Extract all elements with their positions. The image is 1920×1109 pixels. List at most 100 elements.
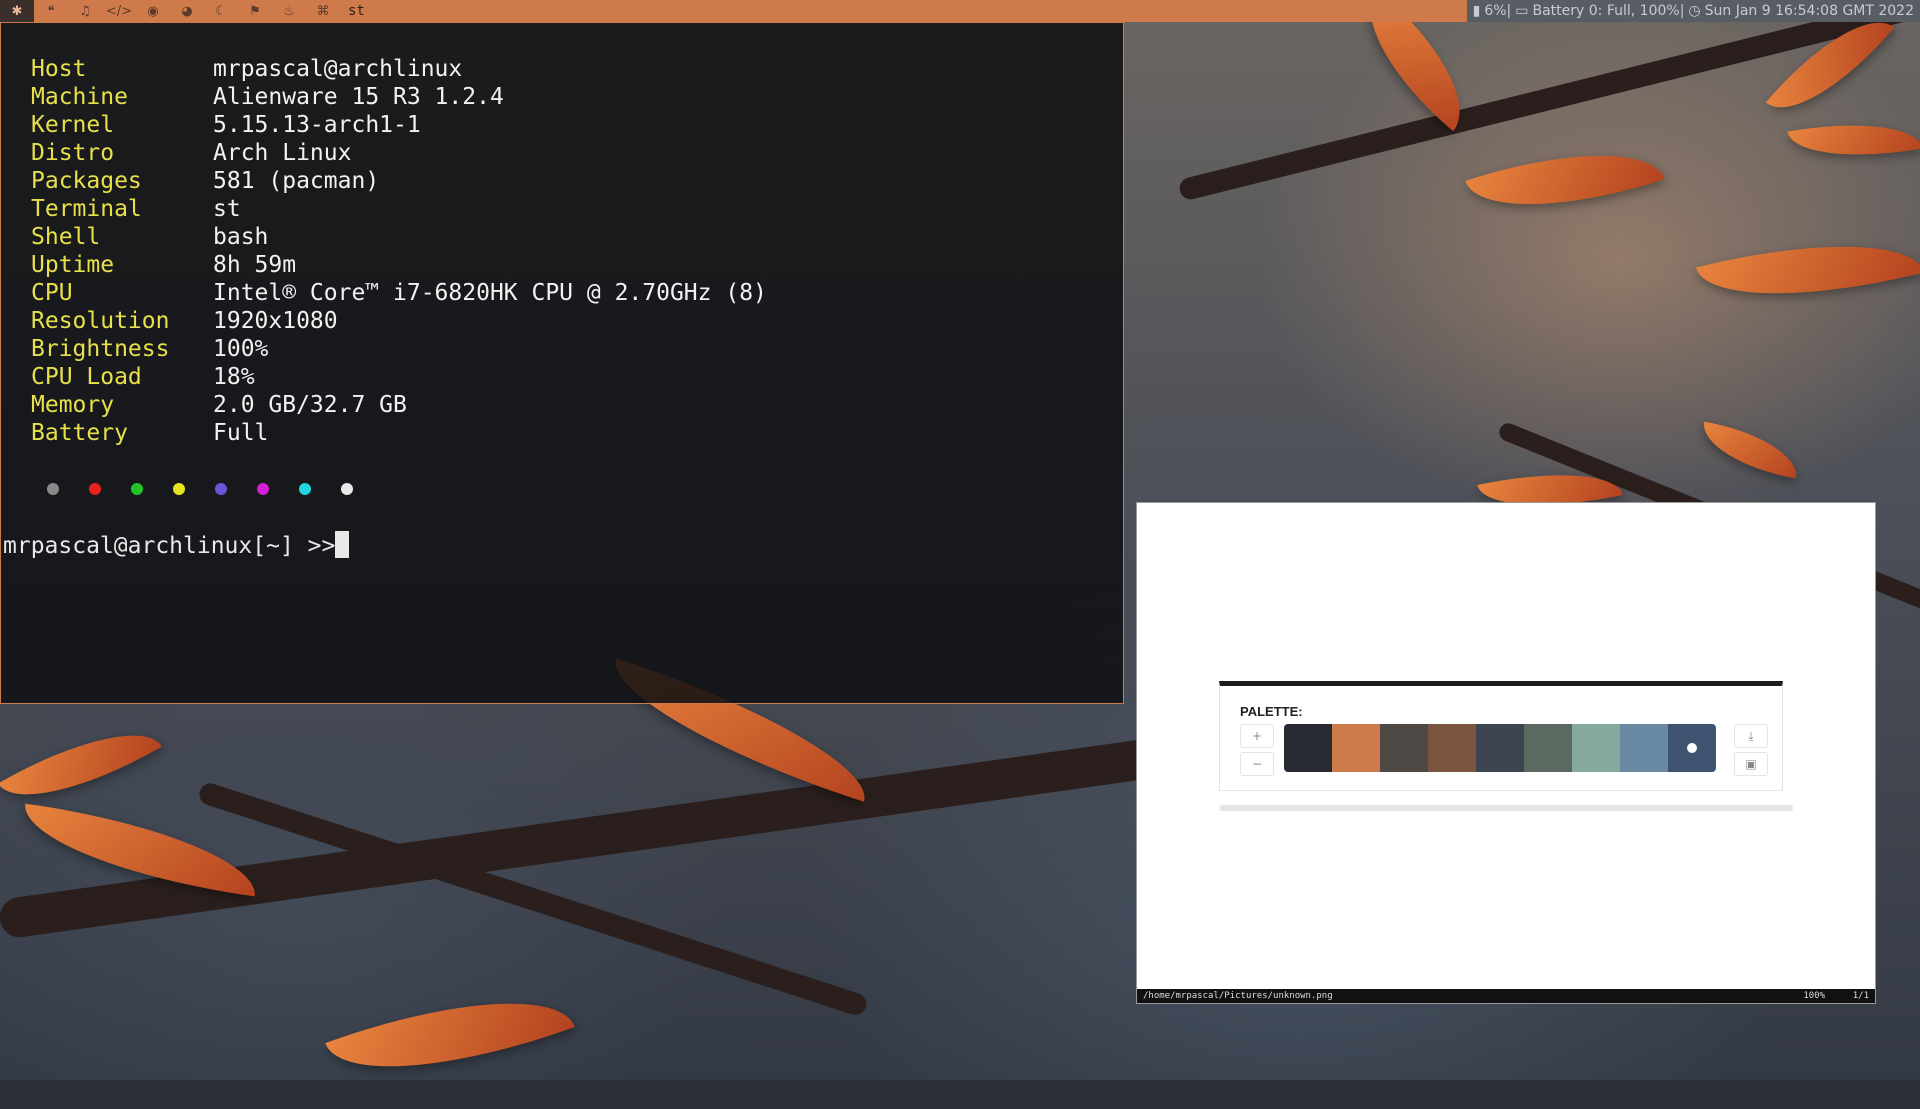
selected-indicator xyxy=(1687,743,1697,753)
color-swatch[interactable] xyxy=(1524,724,1572,772)
bug-icon[interactable]: ✱ xyxy=(0,0,34,22)
music-icon[interactable]: ♫ xyxy=(68,0,102,22)
info-key: Battery xyxy=(31,420,128,446)
info-key: Brightness xyxy=(31,336,170,362)
palette-size-controls: + − xyxy=(1240,724,1274,776)
info-key: Resolution xyxy=(31,308,170,334)
info-value: 5.15.13-arch1-1 xyxy=(213,112,421,138)
color-swatch[interactable] xyxy=(1668,724,1716,772)
color-dot xyxy=(299,483,311,495)
code-icon[interactable]: </> xyxy=(102,0,136,22)
add-color-button[interactable]: + xyxy=(1240,724,1274,748)
battery-text: Battery 0: Full, 100%| xyxy=(1532,3,1685,19)
info-key: Terminal xyxy=(31,196,142,222)
github-icon[interactable]: ◉ xyxy=(136,0,170,22)
info-value: Full xyxy=(213,420,269,446)
page-indicator: 1/1 xyxy=(1852,991,1869,1001)
color-swatch[interactable] xyxy=(1620,724,1668,772)
info-key: Kernel xyxy=(31,112,115,138)
info-value: 100% xyxy=(213,336,269,362)
info-value: 581 (pacman) xyxy=(213,168,380,194)
info-row: Distro Arch Linux xyxy=(31,139,767,167)
color-swatch[interactable] xyxy=(1332,724,1380,772)
wallpaper-leaf xyxy=(1697,421,1803,479)
discord-icon[interactable]: ◕ xyxy=(170,0,204,22)
color-swatches xyxy=(1284,724,1716,772)
color-swatch[interactable] xyxy=(1572,724,1620,772)
clock-icon: ◷ xyxy=(1688,3,1701,19)
color-swatch[interactable] xyxy=(1476,724,1524,772)
info-value: 1920x1080 xyxy=(213,308,338,334)
palette-actions: ⤓ ▣ xyxy=(1734,724,1768,776)
zoom-level: 100% xyxy=(1803,991,1825,1001)
prompt-text: mrpascal@archlinux[~] >> xyxy=(3,533,336,559)
color-swatch[interactable] xyxy=(1428,724,1476,772)
flag-icon[interactable]: ⚑ xyxy=(238,0,272,22)
system-info: Host mrpascal@archlinux Machine Alienware … xyxy=(31,55,767,447)
info-key: Shell xyxy=(31,224,101,250)
color-dot xyxy=(257,483,269,495)
chat-icon[interactable]: ❝ xyxy=(34,0,68,22)
info-value: st xyxy=(213,196,241,222)
text-cursor xyxy=(335,531,350,558)
info-value: 8h 59m xyxy=(213,252,297,278)
color-dot xyxy=(341,483,353,495)
info-key: Machine xyxy=(31,84,128,110)
color-dot xyxy=(131,483,143,495)
color-swatch[interactable] xyxy=(1380,724,1428,772)
gamepad-icon[interactable]: ⌘ xyxy=(306,0,340,22)
viewer-status-bar: /home/mrpascal/Pictures/unknown.png 100%… xyxy=(1137,989,1875,1003)
battery-icon: ▭ xyxy=(1515,3,1529,19)
info-key: Packages xyxy=(31,168,142,194)
info-key: Memory xyxy=(31,392,115,418)
volume-icon: ▮ xyxy=(1472,3,1481,19)
info-value: 18% xyxy=(213,364,255,390)
window-title: st xyxy=(348,3,365,19)
palette-card: PALETTE: + − ⤓ ▣ xyxy=(1219,681,1783,791)
palette-title: PALETTE: xyxy=(1240,704,1303,719)
color-dot xyxy=(215,483,227,495)
wallpaper-leaf xyxy=(325,961,575,1109)
info-row: Brightness 100% xyxy=(31,335,767,363)
top-bar: ✱ ❝ ♫ </> ◉ ◕ ☾ ⚑ ♨ ⌘ st ▮ 6%| ▭ Battery… xyxy=(0,0,1920,22)
image-viewer-window[interactable]: PALETTE: + − ⤓ ▣ /home/mrpascal/Pictures… xyxy=(1136,502,1876,1004)
flame-icon[interactable]: ♨ xyxy=(272,0,306,22)
moon-icon[interactable]: ☾ xyxy=(204,0,238,22)
wallpaper-leaf xyxy=(1465,122,1665,238)
info-row: CPU Load 18% xyxy=(31,363,767,391)
info-row: Packages 581 (pacman) xyxy=(31,167,767,195)
remove-color-button[interactable]: − xyxy=(1240,752,1274,776)
info-row: Machine Alienware 15 R3 1.2.4 xyxy=(31,83,767,111)
info-key: Distro xyxy=(31,140,115,166)
color-swatch[interactable] xyxy=(1284,724,1332,772)
file-path: /home/mrpascal/Pictures/unknown.png xyxy=(1143,991,1333,1001)
info-row: Uptime 8h 59m xyxy=(31,251,767,279)
info-row: Battery Full xyxy=(31,419,767,447)
color-dot xyxy=(173,483,185,495)
info-row: Resolution 1920x1080 xyxy=(31,307,767,335)
terminal-window[interactable]: Host mrpascal@archlinux Machine Alienware … xyxy=(0,22,1124,704)
info-row: Memory 2.0 GB/32.7 GB xyxy=(31,391,767,419)
color-palette-dots xyxy=(47,483,353,495)
save-icon[interactable]: ▣ xyxy=(1734,752,1768,776)
info-value: mrpascal@archlinux xyxy=(213,56,463,82)
info-value: Arch Linux xyxy=(213,140,352,166)
shell-prompt[interactable]: mrpascal@archlinux[~] >> xyxy=(3,531,350,559)
wallpaper-leaf xyxy=(1787,109,1920,171)
color-dot xyxy=(89,483,101,495)
info-row: Host mrpascal@archlinux xyxy=(31,55,767,83)
color-dot xyxy=(47,483,59,495)
info-value: Intel® Core™ i7-6820HK CPU @ 2.70GHz (8) xyxy=(213,280,767,306)
info-key: Host xyxy=(31,56,87,82)
download-icon[interactable]: ⤓ xyxy=(1734,724,1768,748)
info-value: 2.0 GB/32.7 GB xyxy=(213,392,407,418)
wallpaper-leaf xyxy=(1696,214,1920,326)
workspace-list: ✱ ❝ ♫ </> ◉ ◕ ☾ ⚑ ♨ ⌘ xyxy=(0,0,340,22)
info-value: bash xyxy=(213,224,269,250)
status-area: ▮ 6%| ▭ Battery 0: Full, 100%| ◷ Sun Jan… xyxy=(1466,0,1920,22)
info-row: Shell bash xyxy=(31,223,767,251)
info-row: CPU Intel® Core™ i7-6820HK CPU @ 2.70GHz … xyxy=(31,279,767,307)
info-row: Kernel 5.15.13-arch1-1 xyxy=(31,111,767,139)
info-value: Alienware 15 R3 1.2.4 xyxy=(213,84,504,110)
info-row: Terminal st xyxy=(31,195,767,223)
